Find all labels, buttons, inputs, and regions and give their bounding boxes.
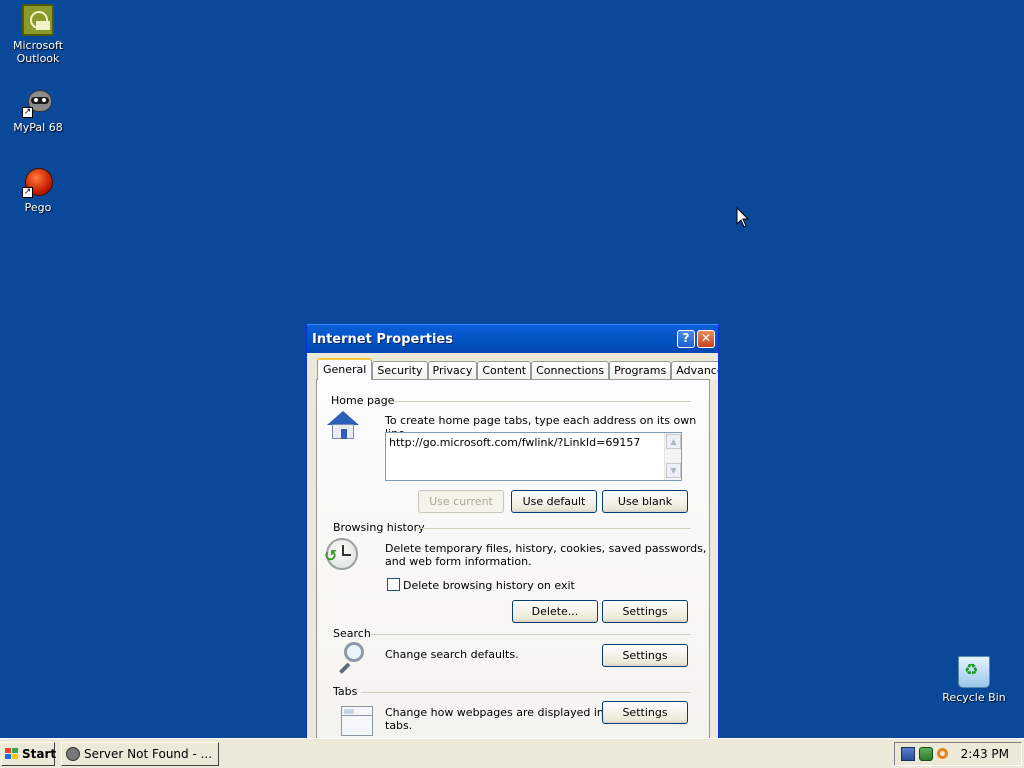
delete-history-on-exit-checkbox[interactable] — [387, 578, 400, 591]
search-description: Change search defaults. — [385, 648, 519, 661]
taskbar-window-label: Server Not Found - ... — [84, 747, 213, 761]
home-page-url-textarea[interactable]: http://go.microsoft.com/fwlink/?LinkId=6… — [385, 432, 682, 481]
search-icon[interactable] — [937, 748, 948, 759]
title-bar[interactable]: Internet Properties ? ✕ — [307, 324, 718, 353]
dialog-title: Internet Properties — [312, 331, 453, 347]
taskbar-window-button[interactable]: Server Not Found - ... — [61, 742, 219, 766]
search-heading: Search — [333, 627, 371, 640]
taskbar-clock[interactable]: 2:43 PM — [961, 743, 1009, 765]
divider — [417, 528, 691, 529]
home-page-url-value: http://go.microsoft.com/fwlink/?LinkId=6… — [389, 436, 641, 449]
raccoon-icon: ↗ — [22, 86, 54, 118]
search-settings-button[interactable]: Settings — [602, 644, 688, 667]
browsing-history-description: and web form information. — [385, 555, 532, 568]
tab-security[interactable]: Security — [372, 361, 428, 380]
delete-history-on-exit-label[interactable]: Delete browsing history on exit — [403, 579, 575, 592]
delete-history-button[interactable]: Delete... — [512, 600, 598, 623]
use-default-button[interactable]: Use default — [511, 490, 597, 513]
history-settings-button[interactable]: Settings — [602, 600, 688, 623]
desktop-icon-label: Pego — [24, 201, 52, 214]
divider — [361, 692, 691, 693]
scroll-down-icon[interactable]: ▼ — [666, 463, 681, 478]
use-current-button: Use current — [418, 490, 504, 513]
desktop-icon-label: MyPal 68 — [13, 121, 63, 134]
tabs-icon — [341, 706, 373, 736]
tab-general[interactable]: General — [317, 358, 373, 380]
browsing-history-heading: Browsing history — [333, 521, 425, 534]
tabs-heading: Tabs — [333, 685, 358, 698]
system-tray: 2:43 PM — [894, 742, 1022, 766]
tab-connections[interactable]: Connections — [531, 361, 610, 380]
tabs-description: Change how webpages are displayed in — [385, 706, 604, 719]
search-icon — [335, 642, 367, 674]
textarea-scrollbar[interactable]: ▲ ▼ — [664, 433, 681, 480]
divider — [391, 401, 691, 402]
sync-icon[interactable] — [919, 747, 933, 761]
outlook-icon — [22, 4, 54, 36]
tabs-description: tabs. — [385, 719, 413, 732]
use-blank-button[interactable]: Use blank — [602, 490, 688, 513]
start-label: Start — [22, 747, 57, 761]
network-icon[interactable] — [901, 747, 915, 761]
scroll-up-icon[interactable]: ▲ — [666, 434, 681, 449]
desktop-icon-label: Recycle Bin — [942, 691, 1006, 704]
desktop-icon-pego[interactable]: ↗ Pego — [0, 166, 76, 214]
history-clock-icon: ↺ — [324, 538, 358, 570]
tabs-settings-button[interactable]: Settings — [602, 701, 688, 724]
mouse-cursor-icon — [736, 206, 750, 232]
start-button[interactable]: Start — [1, 742, 57, 766]
taskbar: Start Server Not Found - ... 2:43 PM — [0, 738, 1024, 768]
desktop-icon-label: Microsoft — [12, 39, 64, 52]
desktop-icon-mypal[interactable]: ↗ MyPal 68 — [0, 86, 76, 134]
tab-content[interactable]: Content — [477, 361, 532, 380]
tab-programs[interactable]: Programs — [609, 361, 672, 380]
divider — [371, 634, 691, 635]
general-tab-page: Home page To create home page tabs, type… — [316, 379, 710, 743]
close-button[interactable]: ✕ — [697, 330, 715, 348]
home-page-heading: Home page — [331, 394, 395, 407]
tab-privacy[interactable]: Privacy — [427, 361, 478, 380]
desktop-icon-outlook[interactable]: Microsoft Outlook — [0, 4, 76, 65]
internet-properties-dialog: Internet Properties ? ✕ General Security… — [306, 324, 719, 744]
desktop-icon-label: Outlook — [16, 52, 60, 65]
help-button[interactable]: ? — [677, 330, 695, 348]
windows-flag-icon — [5, 748, 19, 760]
home-icon — [327, 410, 359, 442]
red-ball-icon: ↗ — [22, 166, 54, 198]
browsing-history-description: Delete temporary files, history, cookies… — [385, 542, 707, 555]
mypal-app-icon — [66, 747, 80, 761]
tab-strip: General Security Privacy Content Connect… — [317, 358, 718, 380]
tab-advanced[interactable]: Advanced — [671, 361, 718, 380]
desktop-icon-recycle-bin[interactable]: Recycle Bin — [936, 656, 1012, 704]
recycle-bin-icon — [958, 656, 990, 688]
